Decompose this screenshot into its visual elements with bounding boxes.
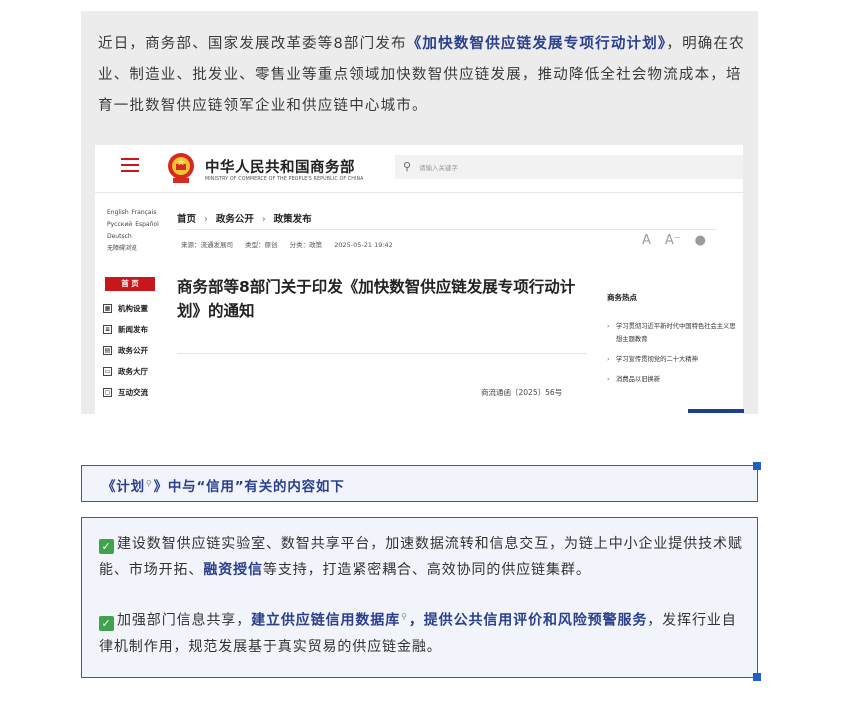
- heading-part: 》中与“信用”有关的内容如下: [153, 479, 345, 495]
- chevron-right-icon: ›: [204, 214, 208, 225]
- section-heading-box: 《计划⚲》中与“信用”有关的内容如下: [81, 462, 761, 502]
- highlight-text: 提供公共信用评价和风险预警服务: [423, 612, 648, 629]
- highlight-text: 融资授信: [203, 562, 263, 578]
- accent-bar: [688, 409, 744, 413]
- chevron-right-icon: ›: [261, 214, 266, 225]
- nav-item-label: 政务大厅: [118, 367, 148, 376]
- search-icon[interactable]: ⚲: [401, 612, 408, 621]
- checkmark-icon: ✓: [99, 615, 114, 631]
- text: 加强部门信息共享，: [117, 612, 252, 629]
- font-small-icon[interactable]: A⁻: [665, 233, 681, 248]
- divider: [177, 229, 717, 230]
- document-number: 商流通函〔2025〕56号: [481, 388, 563, 397]
- menu-icon[interactable]: [121, 158, 139, 174]
- nav-item-org[interactable]: ▦ 机构设置: [103, 298, 167, 319]
- nav-item-news[interactable]: ≡ 新闻发布: [103, 319, 167, 340]
- credit-content-box: ✓ 建设数智供应链实验室、数智共享平台，加速数据流转和信息交互，为链上中小企业提供…: [81, 517, 761, 681]
- search-placeholder: 请输入关键字: [419, 164, 458, 172]
- lang-german[interactable]: Deutsch: [107, 231, 132, 243]
- nav-item-open-gov[interactable]: ▤ 政务公开: [103, 340, 167, 361]
- nav-item-label: 机构设置: [118, 304, 148, 313]
- text: 等支持，打造紧密耦合、高效协同的供应链集群。: [262, 562, 591, 578]
- breadcrumb-policy[interactable]: 政策发布: [274, 214, 312, 225]
- nav-item-hall[interactable]: ▭ 政务大厅: [103, 361, 167, 382]
- side-nav: 首 页 ▦ 机构设置 ≡ 新闻发布 ▤ 政务公开 ▭ 政务大厅 ▢ 互动交流: [103, 277, 167, 403]
- wechat-icon[interactable]: ●: [695, 233, 706, 248]
- intro-card: 近日，商务部、国家发展改革委等8部门发布《加快数智供应链发展专项行动计划》，明确…: [81, 11, 758, 414]
- org-icon: ▦: [103, 304, 112, 313]
- corner-mark: [753, 673, 761, 681]
- heading-part: 《计划: [102, 479, 145, 495]
- lang-french[interactable]: Français: [132, 207, 157, 219]
- hot-topics-list: 学习贯彻习近平新时代中国特色社会主义思想主题教育 学习宣传贯彻党的二十大精神 消…: [607, 320, 737, 393]
- accessibility-link[interactable]: 无障碍浏览: [107, 243, 137, 255]
- intro-paragraph: 近日，商务部、国家发展改革委等8部门发布《加快数智供应链发展专项行动计划》，明确…: [98, 29, 745, 122]
- hall-icon: ▭: [103, 367, 112, 376]
- divider: [177, 353, 587, 354]
- lang-russian[interactable]: Русский: [107, 219, 132, 231]
- highlight-text: 建立供应链信用数据库: [251, 612, 401, 629]
- breadcrumb: 首页 › 政务公开 › 政策发布: [177, 211, 312, 225]
- site-subtitle: MINISTRY OF COMMERCE OF THE PEOPLE'S REP…: [205, 177, 364, 182]
- mofcom-screenshot: 中华人民共和国商务部 MINISTRY OF COMMERCE OF THE P…: [95, 145, 743, 414]
- hot-topic-item[interactable]: 学习宣传贯彻党的二十大精神: [607, 353, 737, 366]
- nav-home-button[interactable]: 首 页: [105, 277, 155, 291]
- content-paragraph-1: ✓ 建设数智供应链实验室、数智共享平台，加速数据流转和信息交互，为链上中小企业提供…: [99, 531, 749, 583]
- hot-topic-item[interactable]: 消费品以旧换新: [607, 373, 737, 386]
- national-emblem-icon: [168, 153, 194, 183]
- font-large-icon[interactable]: A: [642, 233, 651, 248]
- news-icon: ≡: [103, 325, 112, 334]
- site-header: 中华人民共和国商务部 MINISTRY OF COMMERCE OF THE P…: [95, 145, 743, 193]
- breadcrumb-home[interactable]: 首页: [177, 214, 196, 225]
- hot-topic-item[interactable]: 学习贯彻习近平新时代中国特色社会主义思想主题教育: [607, 320, 737, 346]
- nav-item-label: 新闻发布: [118, 325, 148, 334]
- highlight-text: ，: [408, 612, 424, 629]
- plan-title-link[interactable]: 《加快数智供应链发展专项行动计划》: [407, 36, 667, 52]
- nav-item-label: 互动交流: [118, 388, 148, 397]
- search-icon[interactable]: ⚲: [146, 479, 153, 488]
- doc-icon: ▤: [103, 346, 112, 355]
- article-tools: A A⁻ ●: [642, 233, 720, 248]
- language-links: English Français Русский Español Deutsch 无…: [107, 207, 167, 255]
- meta-source: 来源：流通发展司: [181, 241, 233, 249]
- search-icon[interactable]: ⚲: [403, 160, 411, 173]
- nav-item-label: 政务公开: [118, 346, 148, 355]
- intro-text-before: 近日，商务部、国家发展改革委等8部门发布: [98, 36, 407, 52]
- article-title: 商务部等8部门关于印发《加快数智供应链发展专项行动计划》的通知: [177, 278, 576, 320]
- corner-mark: [753, 462, 761, 470]
- hot-topics-title: 商务热点: [607, 293, 637, 302]
- meta-date: 2025-05-21 19:42: [334, 241, 393, 249]
- meta-type: 类型：原创: [245, 241, 278, 249]
- meta-category: 分类：政策: [289, 241, 323, 249]
- breadcrumb-open-gov[interactable]: 政务公开: [216, 214, 254, 225]
- search-input[interactable]: ⚲ 请输入关键字: [395, 155, 743, 179]
- checkmark-icon: ✓: [99, 539, 114, 554]
- lang-spanish[interactable]: Español: [135, 219, 159, 231]
- content-paragraph-2: ✓ 加强部门信息共享，建立供应链信用数据库⚲，提供公共信用评价和风险预警服务，发挥…: [99, 604, 749, 660]
- article-meta: 来源：流通发展司 类型：原创 分类：政策 2025-05-21 19:42: [181, 239, 403, 249]
- site-title: 中华人民共和国商务部: [205, 160, 355, 176]
- chat-icon: ▢: [103, 388, 112, 397]
- nav-item-interact[interactable]: ▢ 互动交流: [103, 382, 167, 403]
- section-heading: 《计划⚲》中与“信用”有关的内容如下: [102, 475, 345, 496]
- lang-english[interactable]: English: [107, 207, 129, 219]
